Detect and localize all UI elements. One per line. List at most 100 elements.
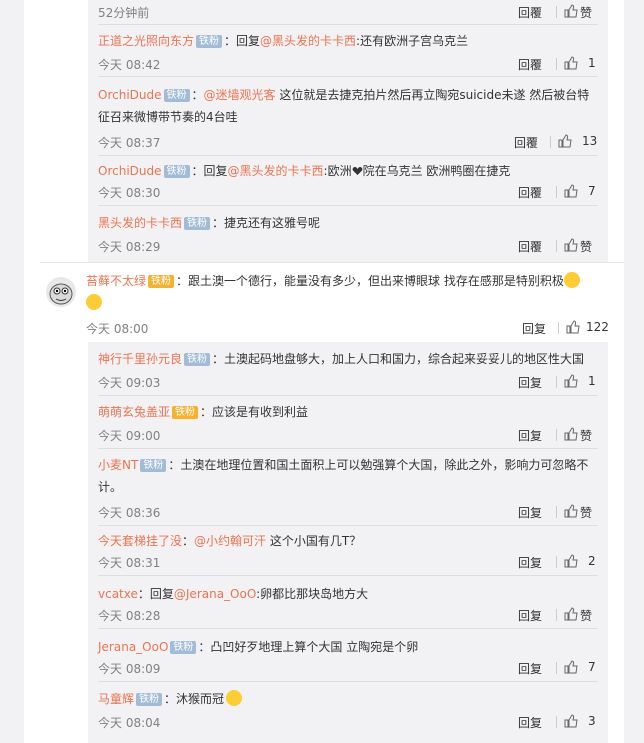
- reply-button[interactable]: 回覆: [518, 184, 542, 201]
- username-link[interactable]: 黑头发的卡卡西: [98, 216, 182, 230]
- main-comment: 苔藓不太绿 铁粉 ：跟土澳一个德行，能量没有多少，但出来博眼球 找存在感那是特别积极…: [86, 270, 609, 336]
- thumbs-up-icon[interactable]: [564, 607, 578, 621]
- divider: [98, 628, 598, 629]
- thumbs-up-icon[interactable]: [564, 427, 578, 441]
- fan-badge: 铁粉: [136, 693, 163, 706]
- timestamp: 今天 08:04: [98, 716, 161, 730]
- reply-button[interactable]: 回覆: [518, 56, 542, 73]
- username-link[interactable]: 今天套梯挂了没: [98, 534, 182, 548]
- thumbs-up-icon[interactable]: [564, 504, 578, 518]
- comment-text: ：土澳在地理位置和国土面积上可以勉强算个大国，除此之外，影响力可忽略不计。: [98, 458, 589, 494]
- divider: [550, 136, 551, 148]
- username-link[interactable]: OrchiDude: [98, 164, 162, 178]
- list-item: OrchiDude 铁粉 ：回复@黑头发的卡卡西:欧洲 院在乌克兰 欧洲鸭圈在捷克 今…: [98, 160, 598, 206]
- thumbs-up-icon[interactable]: [564, 56, 578, 70]
- avatar-icon: [49, 283, 73, 305]
- comment-text: :卵都比那块岛地方大: [256, 587, 369, 601]
- like-count: 1: [588, 374, 596, 388]
- like-count: 赞: [580, 506, 593, 520]
- comment-text: :还有欧洲子宫乌克兰: [356, 34, 469, 48]
- divider: [556, 6, 557, 18]
- list-item: vcatxe：回复@Jerana_OoO:卵都比那块岛地方大 今天 08:28 …: [98, 583, 598, 629]
- reply-button[interactable]: 回复: [518, 714, 542, 731]
- timestamp: 今天 08:09: [98, 662, 161, 676]
- divider: [98, 525, 598, 526]
- divider: [556, 662, 557, 674]
- divider: [98, 155, 598, 156]
- thumbs-up-icon[interactable]: [564, 554, 578, 568]
- list-item: 今天套梯挂了没：@小约翰可汗 这个小国有几T？ 今天 08:31 回复 2: [98, 530, 598, 576]
- reply-thread-top: 52分钟前 回覆 赞 正道之光照向东方 铁粉 ：回复@黑头发的卡卡西:还有欧洲子宫乌…: [88, 0, 608, 263]
- thumbs-up-icon[interactable]: [566, 320, 580, 334]
- reply-button[interactable]: 回复: [518, 427, 542, 444]
- divider: [556, 186, 557, 198]
- comment-text: ：跟土澳一个德行，能量没有多少，但出来博眼球 找存在感那是特别积极: [176, 274, 564, 288]
- username-link[interactable]: 萌萌玄兔盖亚: [98, 405, 170, 419]
- divider: [556, 556, 557, 568]
- timestamp: 今天 09:03: [98, 376, 161, 390]
- avatar[interactable]: [46, 277, 76, 307]
- divider: [556, 376, 557, 388]
- mention-link[interactable]: @小约翰可汗: [194, 534, 266, 548]
- fan-badge: 铁粉: [170, 641, 197, 654]
- username-link[interactable]: 苔藓不太绿: [86, 274, 146, 288]
- reply-button[interactable]: 回复: [518, 504, 542, 521]
- comment-text: 这个小国有几T？: [266, 534, 362, 548]
- thumbs-up-icon[interactable]: [564, 714, 578, 728]
- list-item: 马童辉 铁粉 ：沐猴而冠 今天 08:04 回复 3: [98, 688, 598, 734]
- list-item: OrchiDude 铁粉 ：@迷墙观光客 这位就是去捷克拍片然后再立陶宛suicid…: [98, 84, 598, 156]
- fan-badge: 铁粉: [196, 35, 223, 48]
- timestamp: 今天 08:30: [98, 186, 161, 200]
- username-link[interactable]: vcatxe: [98, 587, 138, 601]
- username-link[interactable]: 马童辉: [98, 692, 134, 706]
- timestamp: 今天 08:28: [98, 609, 161, 623]
- timestamp: 今天 08:36: [98, 506, 161, 520]
- timestamp: 今天 08:31: [98, 556, 161, 570]
- like-count: 1: [588, 56, 596, 70]
- username-link[interactable]: 小麦NT: [98, 458, 138, 472]
- mention-link[interactable]: @黑头发的卡卡西: [260, 34, 356, 48]
- timestamp: 今天 08:37: [98, 136, 161, 150]
- divider: [98, 24, 598, 25]
- reply-button[interactable]: 回复: [518, 554, 542, 571]
- reply-button[interactable]: 回覆: [518, 238, 542, 255]
- like-count: 2: [588, 554, 596, 568]
- username-link[interactable]: 神行千里孙元良: [98, 352, 182, 366]
- reply-button[interactable]: 回复: [522, 320, 546, 337]
- username-link[interactable]: OrchiDude: [98, 88, 162, 102]
- mention-link[interactable]: @迷墙观光客: [204, 88, 276, 102]
- thumbs-up-icon[interactable]: [564, 238, 578, 252]
- timestamp: 今天 08:00: [86, 322, 149, 336]
- fan-badge: 铁粉: [148, 275, 175, 288]
- mention-link[interactable]: @Jerana_OoO: [174, 587, 256, 601]
- list-item: 小麦NT 铁粉 ：土澳在地理位置和国土面积上可以勉强算个大国，除此之外，影响力可忽略…: [98, 454, 598, 526]
- reply-button[interactable]: 回复: [518, 660, 542, 677]
- reply-button[interactable]: 回覆: [518, 4, 542, 21]
- like-count: 7: [588, 660, 596, 674]
- reply-thread-bottom: 神行千里孙元良 铁粉 ：土澳起码地盘够大，加上人口和国力，综合起来妥妥儿的地区性大国…: [88, 342, 608, 743]
- username-link[interactable]: 正道之光照向东方: [98, 34, 194, 48]
- comment-text: ：沐猴而冠: [164, 692, 225, 706]
- list-item: 黑头发的卡卡西 铁粉 ：捷克还有这雅号呢 今天 08:29 回覆 赞: [98, 212, 598, 257]
- thumbs-up-icon[interactable]: [564, 660, 578, 674]
- fan-badge: 铁粉: [184, 217, 211, 230]
- comment-text: ：应该是有收到利益: [200, 405, 309, 419]
- thumbs-up-icon[interactable]: [558, 134, 572, 148]
- divider: [98, 76, 598, 77]
- like-count: 赞: [580, 429, 593, 443]
- thumbs-up-icon[interactable]: [564, 4, 578, 18]
- thumbs-up-icon[interactable]: [564, 184, 578, 198]
- timestamp: 52分钟前: [98, 6, 150, 20]
- list-item: 正道之光照向东方 铁粉 ：回复@黑头发的卡卡西:还有欧洲子宫乌克兰 今天 08:42…: [98, 30, 598, 77]
- reply-button[interactable]: 回复: [518, 374, 542, 391]
- thumbs-up-icon[interactable]: [564, 374, 578, 388]
- list-item: 52分钟前 回覆 赞: [98, 0, 598, 25]
- comment-text: ：捷克还有这雅号呢: [212, 216, 321, 230]
- username-link[interactable]: Jerana_OoO: [98, 640, 168, 654]
- divider: [556, 609, 557, 621]
- mention-link[interactable]: @黑头发的卡卡西: [228, 164, 324, 178]
- reply-button[interactable]: 回覆: [514, 134, 538, 151]
- list-item: Jerana_OoO 铁粉 ：凸凹好歹地理上算个大国 立陶宛是个卵 今天 08:09…: [98, 636, 598, 682]
- reply-button[interactable]: 回复: [518, 607, 542, 624]
- like-count: 3: [588, 714, 596, 728]
